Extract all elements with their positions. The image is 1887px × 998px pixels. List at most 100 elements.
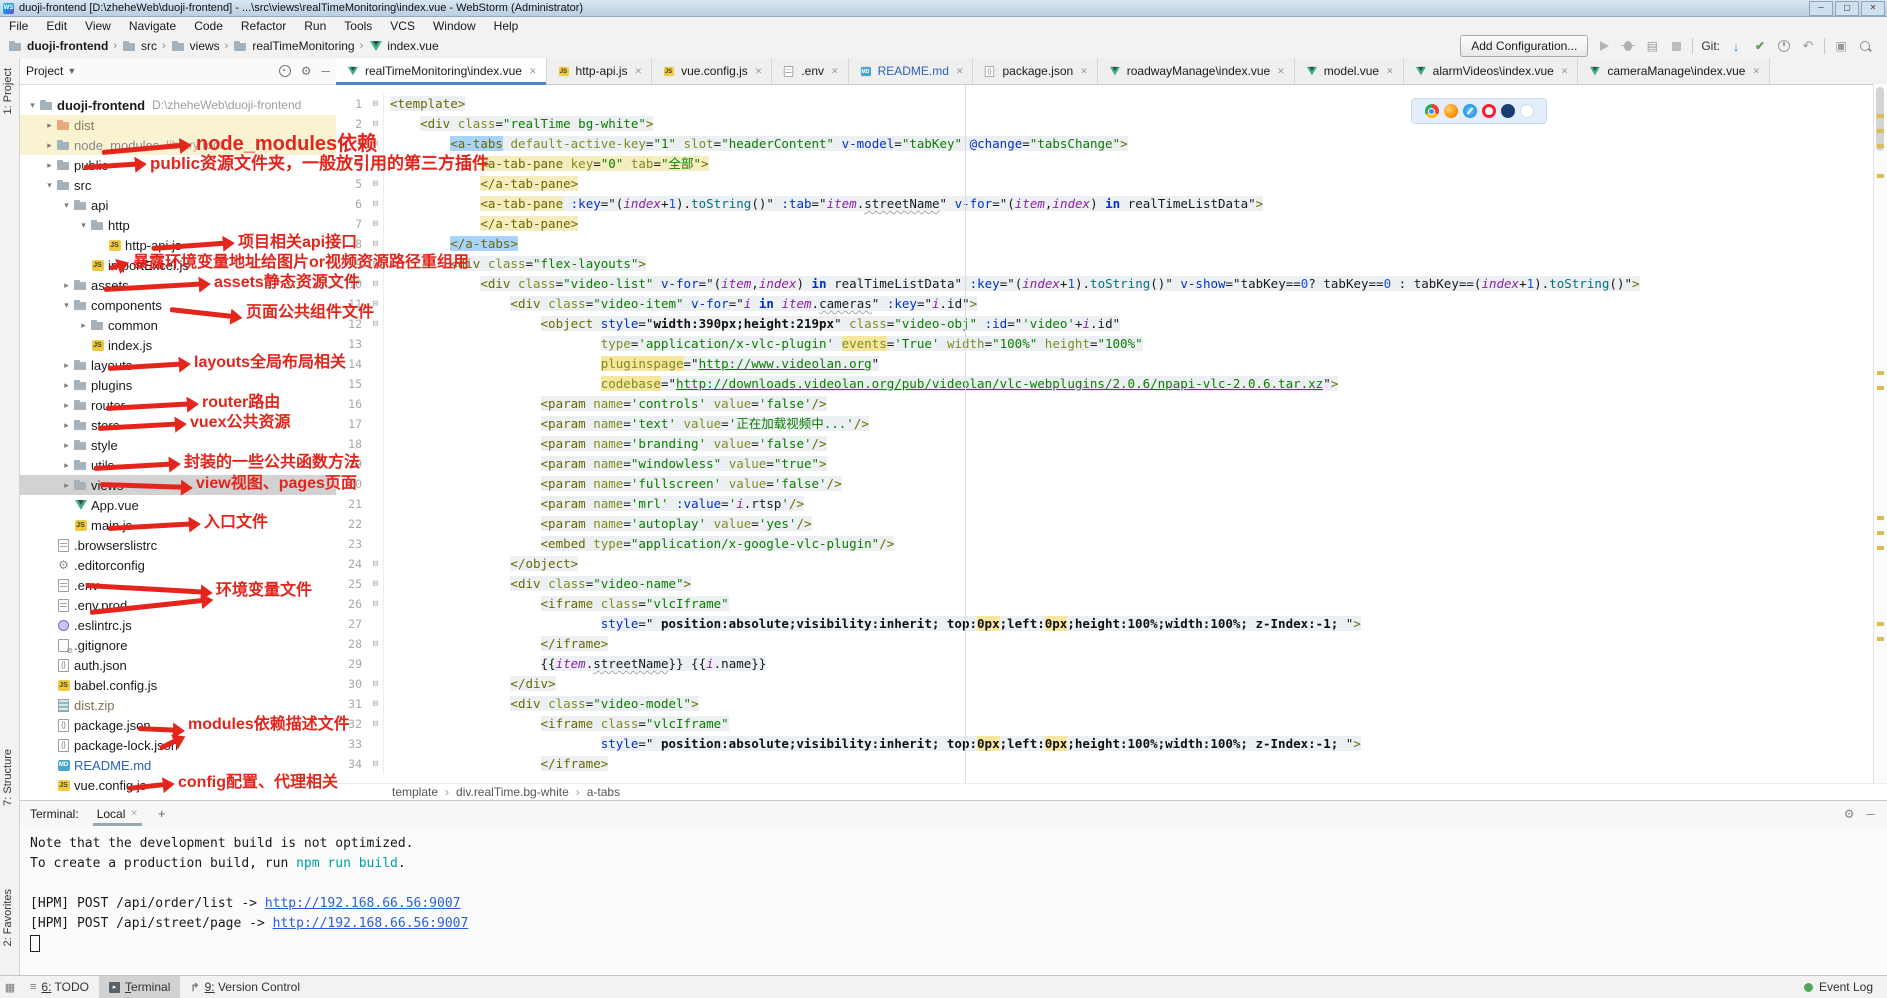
breadcrumb-item-index.vue[interactable]: index.vue — [368, 39, 438, 54]
close-button[interactable]: ✕ — [1861, 1, 1885, 16]
menu-item-vcs[interactable]: VCS — [381, 19, 424, 33]
code-line-5[interactable]: 5⊟ </a-tab-pane> — [336, 174, 1874, 194]
code-line-31[interactable]: 31⊟ <div class="video-model"> — [336, 694, 1874, 714]
terminal-output[interactable]: Note that the development build is not o… — [20, 826, 1887, 954]
code-line-9[interactable]: 9⊟ <div class="flex-layouts"> — [336, 254, 1874, 274]
code-line-8[interactable]: 8⊟ </a-tabs> — [336, 234, 1874, 254]
editor-scrollbar[interactable] — [1873, 84, 1887, 784]
maximize-button[interactable]: ▢ — [1835, 1, 1859, 16]
project-panel-title[interactable]: Project — [26, 64, 63, 78]
tree-item-package.json[interactable]: package.json — [20, 715, 336, 735]
tab-README.md[interactable]: README.md✕ — [849, 58, 974, 84]
tree-item-src[interactable]: ▾src — [20, 175, 336, 195]
new-terminal-icon[interactable]: + — [158, 806, 166, 821]
code-line-22[interactable]: 22 <param name='autoplay' value='yes'/> — [336, 514, 1874, 534]
close-icon[interactable]: ✕ — [1386, 66, 1394, 77]
tree-item-.gitignore[interactable]: .gitignore — [20, 635, 336, 655]
tree-item-http[interactable]: ▾http — [20, 215, 336, 235]
chevron-down-icon[interactable]: ▼ — [67, 66, 76, 76]
hide-panel-icon[interactable]: ─ — [321, 64, 330, 78]
tree-item-vue.config.js[interactable]: vue.config.js — [20, 775, 336, 795]
tab-alarmVideos-index.vue[interactable]: alarmVideos\index.vue✕ — [1404, 58, 1579, 84]
tree-item-common[interactable]: ▸common — [20, 315, 336, 335]
close-icon[interactable]: ✕ — [1752, 66, 1760, 77]
code-line-17[interactable]: 17 <param name='text' value='正在加载视频中...'… — [336, 414, 1874, 434]
rollback-icon[interactable]: ↶ — [1800, 38, 1816, 54]
tree-item-dist[interactable]: ▸dist — [20, 115, 336, 135]
close-icon[interactable]: ✕ — [1561, 66, 1569, 77]
tree-item-node_modules[interactable]: ▸node_moduleslibrary root — [20, 135, 336, 155]
code-line-32[interactable]: 32⊟ <iframe class="vlcIframe" — [336, 714, 1874, 734]
scrollbar-thumb[interactable] — [1876, 87, 1884, 151]
close-icon[interactable]: ✕ — [1080, 66, 1088, 77]
menu-item-help[interactable]: Help — [485, 19, 528, 33]
menu-item-edit[interactable]: Edit — [37, 19, 76, 33]
coverage-icon[interactable]: ▤ — [1644, 38, 1660, 54]
code-breadcrumb-template[interactable]: template — [392, 785, 438, 799]
status-item-9-Version-Control[interactable]: ↱9: Version Control — [180, 976, 310, 998]
ie-icon[interactable] — [1501, 104, 1515, 118]
tree-item-http-api.js[interactable]: http-api.js — [20, 235, 336, 255]
tree-item-auth.json[interactable]: auth.json — [20, 655, 336, 675]
stripe-project-button[interactable]: 1: Project — [2, 68, 14, 114]
code-line-2[interactable]: 2⊟ <div class="realTime bg-white"> — [336, 114, 1874, 134]
tree-item-.browserslistrc[interactable]: .browserslistrc — [20, 535, 336, 555]
code-line-16[interactable]: 16 <param name='controls' value='false'/… — [336, 394, 1874, 414]
edge-icon[interactable] — [1520, 104, 1534, 118]
breadcrumb-item-views[interactable]: views — [171, 39, 220, 54]
code-line-29[interactable]: 29 {{item.streetName}} {{i.name}} — [336, 654, 1874, 674]
code-line-28[interactable]: 28⊟ </iframe> — [336, 634, 1874, 654]
terminal-hide-icon[interactable]: ─ — [1866, 807, 1875, 821]
terminal-tab-local[interactable]: Local ✕ — [93, 801, 142, 826]
tree-item-public[interactable]: ▸public — [20, 155, 336, 175]
tree-item-duoji-frontend[interactable]: ▾duoji-frontendD:\zheheWeb\duoji-fronten… — [20, 95, 336, 115]
debug-icon[interactable] — [1620, 38, 1636, 54]
menu-item-file[interactable]: File — [0, 19, 37, 33]
code-line-10[interactable]: 10⊟ <div class="video-list" v-for="(item… — [336, 274, 1874, 294]
tab-cameraManage-index.vue[interactable]: cameraManage\index.vue✕ — [1578, 58, 1770, 84]
tab-model.vue[interactable]: model.vue✕ — [1295, 58, 1404, 84]
terminal-settings-gear-icon[interactable]: ⚙ — [1844, 807, 1855, 821]
git-update-icon[interactable]: ↓ — [1728, 38, 1744, 54]
code-line-19[interactable]: 19 <param name="windowless" value="true"… — [336, 454, 1874, 474]
close-icon[interactable]: ✕ — [529, 66, 537, 77]
tree-item-.env[interactable]: .env — [20, 575, 336, 595]
minimize-button[interactable]: ─ — [1809, 1, 1833, 16]
tool-windows-icon[interactable]: ▦ — [0, 981, 20, 994]
code-line-21[interactable]: 21 <param name='mrl' :value='i.rtsp'/> — [336, 494, 1874, 514]
tree-item-App.vue[interactable]: App.vue — [20, 495, 336, 515]
tree-item-README.md[interactable]: README.md — [20, 755, 336, 775]
tab-roadwayManage-index.vue[interactable]: roadwayManage\index.vue✕ — [1098, 58, 1295, 84]
breadcrumb-item-realTimeMonitoring[interactable]: realTimeMonitoring — [233, 39, 354, 54]
code-line-34[interactable]: 34⊟ </iframe> — [336, 754, 1874, 774]
status-item-6-TODO[interactable]: ≡6: TODO — [20, 976, 99, 998]
tree-item-.env.prod[interactable]: .env.prod — [20, 595, 336, 615]
tree-item-importExcel.js[interactable]: importExcel.js — [20, 255, 336, 275]
stripe-favorites-button[interactable]: 2: Favorites — [2, 889, 14, 946]
close-icon[interactable]: ✕ — [1277, 66, 1285, 77]
code-line-15[interactable]: 15 codebase="http://downloads.videolan.o… — [336, 374, 1874, 394]
tree-item-api[interactable]: ▾api — [20, 195, 336, 215]
code-line-3[interactable]: 3⊟ <a-tabs default-active-key="1" slot="… — [336, 134, 1874, 154]
stop-icon[interactable] — [1668, 38, 1684, 54]
code-line-6[interactable]: 6⊟ <a-tab-pane :key="(index+1).toString(… — [336, 194, 1874, 214]
opera-icon[interactable] — [1482, 104, 1496, 118]
close-icon[interactable]: ✕ — [956, 66, 964, 77]
locate-file-icon[interactable] — [279, 65, 291, 77]
code-line-14[interactable]: 14 pluginspage="http://www.videolan.org" — [336, 354, 1874, 374]
menu-item-window[interactable]: Window — [424, 19, 485, 33]
terminal-link[interactable]: http://192.168.66.56:9007 — [265, 896, 461, 911]
layout-icon[interactable]: ▣ — [1833, 38, 1849, 54]
tree-item-package-lock.json[interactable]: package-lock.json — [20, 735, 336, 755]
tree-item-components[interactable]: ▾components — [20, 295, 336, 315]
menu-item-navigate[interactable]: Navigate — [120, 19, 185, 33]
tab-http-api.js[interactable]: http-api.js✕ — [547, 58, 653, 84]
breadcrumb-item-duoji-frontend[interactable]: duoji-frontend — [8, 39, 108, 54]
breadcrumb-item-src[interactable]: src — [122, 39, 157, 54]
tree-item-babel.config.js[interactable]: babel.config.js — [20, 675, 336, 695]
tree-item-store[interactable]: ▸store — [20, 415, 336, 435]
code-line-33[interactable]: 33 style=" position:absolute;visibility:… — [336, 734, 1874, 754]
tree-item-router[interactable]: ▸router — [20, 395, 336, 415]
code-line-27[interactable]: 27 style=" position:absolute;visibility:… — [336, 614, 1874, 634]
menu-item-refactor[interactable]: Refactor — [232, 19, 295, 33]
